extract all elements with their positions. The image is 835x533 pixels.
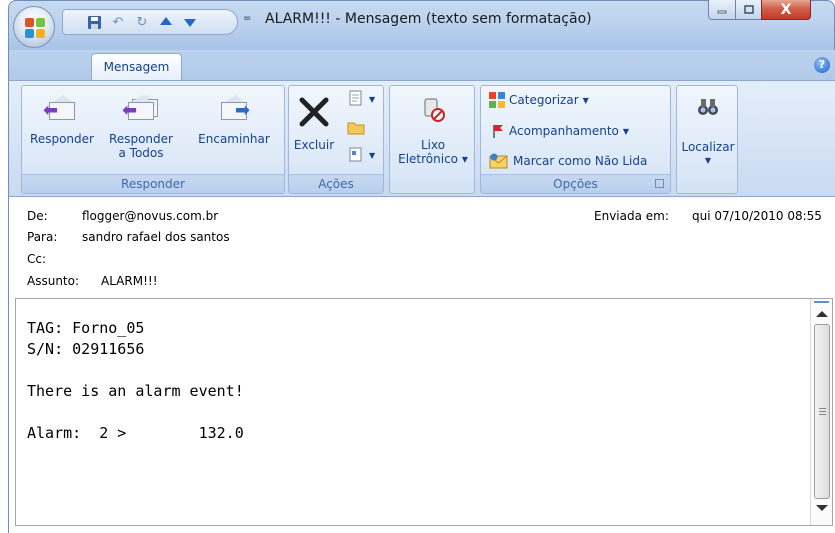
to-label: Para: bbox=[27, 230, 58, 244]
customize-qat-icon[interactable]: = bbox=[243, 13, 251, 24]
dropdown-arrow-icon: ▼ bbox=[369, 150, 376, 160]
message-body[interactable]: TAG: Forno_05 S/N: 02911656 There is an al… bbox=[27, 318, 244, 444]
maximize-button[interactable] bbox=[735, 0, 762, 20]
sent-label: Enviada em: bbox=[594, 209, 669, 223]
reply-all-icon: ⬅ bbox=[122, 94, 160, 126]
reply-all-label-1: Responder bbox=[109, 132, 173, 146]
mark-unread-label: Marcar como Não Lida bbox=[513, 154, 648, 168]
message-header: De: flogger@novus.com.br Enviada em: qui… bbox=[8, 197, 835, 289]
mark-unread-icon bbox=[489, 153, 508, 169]
group-localizar: Localizar ▼ bbox=[676, 85, 738, 194]
create-rule-button[interactable] bbox=[347, 118, 365, 136]
categorize-icon bbox=[489, 92, 505, 108]
junk-email-label-2: Eletrônico ▾ bbox=[398, 152, 468, 166]
sent-value: qui 07/10/2010 08:55 bbox=[692, 209, 822, 223]
forward-icon: ➡ bbox=[217, 94, 251, 126]
group-label-acoes: Ações bbox=[289, 174, 383, 193]
to-value[interactable]: sandro rafael dos santos bbox=[82, 230, 230, 244]
quick-access-toolbar: ↶ ↻ bbox=[62, 9, 238, 35]
junk-email-button[interactable]: Lixo Eletrônico ▾ bbox=[390, 90, 476, 166]
find-label: Localizar bbox=[681, 140, 735, 154]
message-line bbox=[27, 402, 244, 423]
close-icon: X bbox=[780, 1, 792, 18]
message-line: TAG: Forno_05 bbox=[27, 319, 145, 337]
minimize-button[interactable] bbox=[708, 0, 736, 20]
message-line: Alarm: 2 > 132.0 bbox=[27, 424, 244, 442]
undo-icon[interactable]: ↶ bbox=[109, 13, 127, 31]
subject-label: Assunto: bbox=[27, 274, 80, 288]
dropdown-arrow-icon: ▼ bbox=[582, 95, 589, 105]
maximize-icon bbox=[743, 4, 754, 14]
cc-label: Cc: bbox=[27, 252, 47, 266]
dropdown-arrow-icon: ▼ bbox=[622, 126, 630, 136]
find-button[interactable]: Localizar ▼ bbox=[677, 90, 739, 168]
subject-value: ALARM!!! bbox=[101, 274, 158, 288]
minimize-icon bbox=[717, 10, 727, 13]
close-button[interactable]: X bbox=[761, 0, 811, 20]
scrollbar-thumb[interactable] bbox=[814, 324, 830, 499]
categorize-label: Categorizar bbox=[509, 93, 579, 107]
mark-unread-button[interactable]: Marcar como Não Lida bbox=[489, 152, 647, 170]
group-label-responder: Responder bbox=[22, 174, 284, 193]
dialog-launcher-icon[interactable] bbox=[655, 179, 664, 188]
from-value[interactable]: flogger@novus.com.br bbox=[82, 209, 218, 223]
group-acoes: Excluir ▼ ▼ Ações bbox=[288, 85, 384, 194]
previous-item-icon[interactable] bbox=[157, 13, 175, 31]
office-logo-icon bbox=[25, 18, 45, 38]
message-line: There is an alarm event! bbox=[27, 382, 244, 400]
categorize-button[interactable]: Categorizar ▼ bbox=[489, 92, 589, 108]
followup-button[interactable]: Acompanhamento ▼ bbox=[491, 123, 629, 139]
flag-icon bbox=[493, 125, 503, 138]
followup-label: Acompanhamento bbox=[509, 124, 619, 138]
junk-email-label-1: Lixo bbox=[420, 138, 446, 152]
group-responder: ⬅ Responder ⬅ Responder a Todos ➡ Encami… bbox=[21, 85, 285, 194]
dropdown-arrow-icon: ▼ bbox=[369, 94, 376, 104]
delete-icon bbox=[299, 97, 329, 127]
vertical-scrollbar[interactable] bbox=[810, 299, 832, 525]
redo-icon[interactable]: ↻ bbox=[133, 13, 151, 31]
scrollbar-top-marker bbox=[814, 301, 829, 303]
grip-icon bbox=[819, 408, 826, 415]
tab-mensagem[interactable]: Mensagem bbox=[91, 53, 182, 81]
next-item-icon[interactable] bbox=[181, 13, 199, 31]
junk-email-icon bbox=[424, 98, 445, 122]
save-icon[interactable] bbox=[85, 13, 103, 31]
binoculars-icon bbox=[698, 99, 718, 115]
reply-icon: ⬅ bbox=[43, 94, 79, 126]
forward-label: Encaminhar bbox=[198, 132, 270, 146]
delete-button[interactable]: Excluir bbox=[291, 90, 337, 152]
other-actions-icon bbox=[349, 147, 362, 162]
from-label: De: bbox=[27, 209, 48, 223]
ribbon: ⬅ Responder ⬅ Responder a Todos ➡ Encami… bbox=[8, 80, 835, 197]
message-line bbox=[27, 360, 244, 381]
other-actions-button[interactable]: ▼ bbox=[347, 146, 375, 164]
scroll-up-icon[interactable] bbox=[816, 311, 828, 317]
window-border bbox=[8, 289, 9, 533]
dropdown-arrow-icon: ▼ bbox=[704, 156, 712, 165]
reply-button[interactable]: ⬅ Responder bbox=[26, 90, 98, 146]
group-junk: Lixo Eletrônico ▾ bbox=[389, 85, 475, 194]
group-label-opcoes: Opções bbox=[481, 174, 670, 193]
delete-label: Excluir bbox=[293, 138, 335, 152]
message-line: S/N: 02911656 bbox=[27, 340, 145, 358]
group-opcoes: Categorizar ▼ Acompanhamento ▼ Marcar co… bbox=[480, 85, 671, 194]
reply-label: Responder bbox=[30, 132, 94, 146]
scroll-down-icon[interactable] bbox=[816, 505, 828, 511]
office-button[interactable] bbox=[13, 6, 55, 48]
folder-icon bbox=[347, 122, 365, 135]
window-title: ALARM!!! - Mensagem (texto sem formataçã… bbox=[265, 11, 592, 27]
reply-all-label-2: a Todos bbox=[118, 146, 164, 160]
reply-all-button[interactable]: ⬅ Responder a Todos bbox=[102, 90, 180, 160]
help-icon[interactable]: ? bbox=[814, 57, 830, 73]
move-to-folder-button[interactable]: ▼ bbox=[347, 90, 375, 108]
forward-button[interactable]: ➡ Encaminhar bbox=[190, 90, 278, 146]
ribbon-tabs: Mensagem ? bbox=[8, 50, 835, 81]
move-to-folder-icon bbox=[349, 90, 362, 106]
